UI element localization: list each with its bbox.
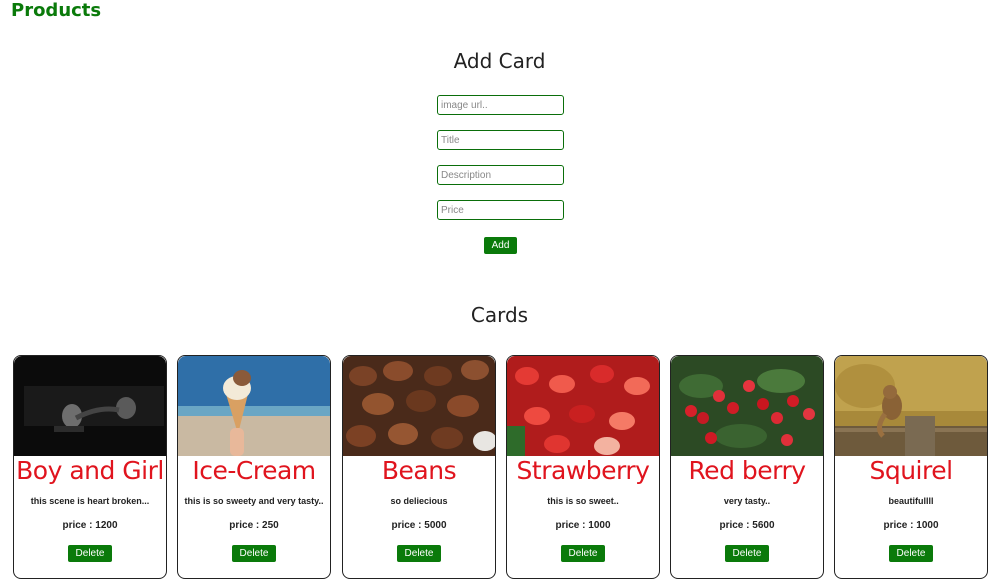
title-input[interactable]: [437, 130, 564, 150]
delete-button[interactable]: Delete: [232, 545, 276, 562]
price-label: price :: [555, 520, 586, 531]
card-title: Boy and Girl: [16, 456, 164, 485]
card-description: so deliecious: [390, 496, 448, 506]
card-description: this is so sweet..: [547, 496, 619, 506]
add-button[interactable]: Add: [484, 237, 517, 254]
card-price: price : 5600: [671, 520, 823, 531]
card-image: [671, 356, 823, 456]
price-label: price :: [229, 520, 260, 531]
cards-heading: Cards: [470, 303, 529, 327]
card-description: this scene is heart broken...: [30, 496, 150, 506]
card-image: [178, 356, 330, 456]
product-card: Ice-Cream this is so sweety and very tas…: [177, 355, 331, 579]
price-value: 1000: [588, 520, 611, 531]
card-price: price : 250: [178, 520, 330, 531]
product-card: Beans so deliecious price : 5000 Delete: [342, 355, 496, 579]
card-title: Beans: [381, 456, 457, 485]
price-label: price :: [883, 520, 914, 531]
card-title: Strawberry: [516, 456, 650, 485]
price-value: 250: [262, 520, 279, 531]
brand-title: Products: [11, 0, 102, 21]
card-title: Ice-Cream: [192, 456, 316, 485]
product-card: Squirel beautifullll price : 1000 Delete: [834, 355, 988, 579]
delete-button[interactable]: Delete: [561, 545, 605, 562]
add-card-form: [437, 95, 564, 220]
card-description: beautifullll: [888, 496, 934, 506]
product-card: Strawberry this is so sweet.. price : 10…: [506, 355, 660, 579]
product-card: Boy and Girl this scene is heart broken.…: [13, 355, 167, 579]
product-card: Red berry very tasty.. price : 5600 Dele…: [670, 355, 824, 579]
price-label: price :: [62, 520, 93, 531]
card-image: [14, 356, 166, 456]
price-label: price :: [391, 520, 422, 531]
card-image: [343, 356, 495, 456]
delete-button[interactable]: Delete: [397, 545, 441, 562]
card-image: [835, 356, 987, 456]
delete-button[interactable]: Delete: [889, 545, 933, 562]
price-value: 5000: [424, 520, 447, 531]
card-title: Red berry: [688, 456, 806, 485]
card-price: price : 1200: [14, 520, 166, 531]
card-description: very tasty..: [723, 496, 771, 506]
card-image: [507, 356, 659, 456]
price-value: 1200: [95, 520, 118, 531]
card-price: price : 1000: [835, 520, 987, 531]
price-input[interactable]: [437, 200, 564, 220]
description-input[interactable]: [437, 165, 564, 185]
delete-button[interactable]: Delete: [725, 545, 769, 562]
card-title: Squirel: [869, 456, 953, 485]
delete-button[interactable]: Delete: [68, 545, 112, 562]
card-price: price : 5000: [343, 520, 495, 531]
add-card-heading: Add Card: [453, 49, 546, 73]
image-url-input[interactable]: [437, 95, 564, 115]
price-label: price :: [719, 520, 750, 531]
price-value: 5600: [752, 520, 775, 531]
card-price: price : 1000: [507, 520, 659, 531]
card-description: this is so sweety and very tasty..: [184, 496, 324, 506]
price-value: 1000: [916, 520, 939, 531]
